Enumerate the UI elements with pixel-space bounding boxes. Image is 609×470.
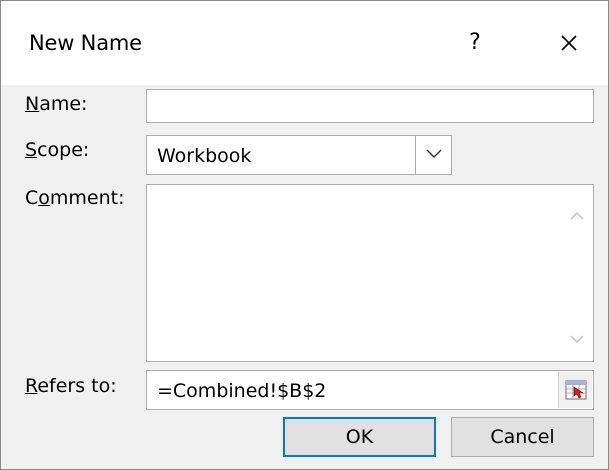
scope-label-text: cope: (37, 139, 90, 161)
comment-label-first: C (25, 187, 39, 209)
refers-label-accesskey: R (25, 375, 38, 397)
name-label-text: ame: (39, 93, 88, 115)
collapse-dialog-button[interactable] (558, 372, 592, 408)
dialog-title: New Name (29, 31, 142, 55)
chevron-up-icon[interactable] (570, 211, 584, 220)
scope-select[interactable]: Workbook (146, 135, 452, 175)
help-button[interactable]: ? (457, 23, 493, 63)
scope-selected-value: Workbook (157, 145, 252, 167)
close-icon (561, 35, 577, 51)
ok-button[interactable]: OK (283, 417, 436, 457)
refers-to-input[interactable]: =Combined!$B$2 (146, 370, 594, 410)
cancel-button[interactable]: Cancel (451, 417, 594, 457)
refers-label-text: efers to: (37, 375, 117, 397)
comment-textarea[interactable] (146, 184, 594, 362)
comment-scrollbar[interactable] (559, 185, 593, 361)
comment-label: Comment: (25, 187, 125, 209)
chevron-down-icon (426, 149, 442, 158)
scope-label-accesskey: S (25, 139, 38, 161)
comment-label-text: mment: (49, 187, 125, 209)
name-label: Name: (25, 93, 87, 115)
name-label-accesskey: N (25, 93, 40, 115)
new-name-dialog: New Name ? Name: Scope: Workbook Comment… (0, 0, 609, 470)
scope-dropdown-button[interactable] (415, 136, 451, 174)
refers-to-value: =Combined!$B$2 (157, 380, 327, 402)
refers-to-label: Refers to: (25, 375, 117, 397)
comment-label-accesskey: o (38, 187, 50, 209)
scope-label: Scope: (25, 139, 89, 161)
chevron-down-icon[interactable] (570, 335, 584, 344)
collapse-dialog-icon (565, 380, 587, 400)
title-bar: New Name ? (1, 1, 608, 85)
close-button[interactable] (547, 23, 591, 63)
name-input[interactable] (146, 89, 594, 123)
